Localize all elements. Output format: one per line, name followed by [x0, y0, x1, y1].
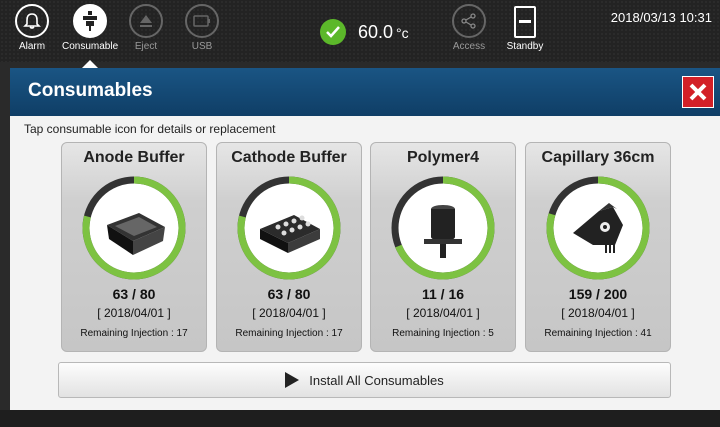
remaining-injections: Remaining Injection : 17	[235, 328, 343, 339]
expiry-date: [ 2018/04/01 ]	[97, 306, 171, 320]
usb-button[interactable]: USB	[174, 4, 230, 52]
remaining-injections: Remaining Injection : 5	[392, 328, 494, 339]
temperature-value: 60.0	[358, 21, 394, 42]
usb-label: USB	[191, 41, 213, 52]
access-button[interactable]: Access	[441, 4, 497, 52]
temperature-status: 60.0 °c	[320, 19, 409, 45]
standby-icon	[514, 6, 536, 38]
panel-header: Consumables	[10, 68, 720, 116]
install-all-label: Install All Consumables	[309, 372, 444, 388]
eject-button[interactable]: Eject	[118, 4, 174, 52]
consumable-card-anode-buffer[interactable]: Anode Buffer 63 / 80 [ 2018/04/01 ] Rema…	[61, 142, 207, 352]
alarm-label: Alarm	[18, 41, 46, 52]
card-title: Anode Buffer	[83, 149, 185, 166]
usage-count: 63 / 80	[112, 286, 156, 302]
usage-ring	[391, 176, 495, 280]
card-title: Cathode Buffer	[231, 149, 347, 166]
consumable-card-polymer4[interactable]: Polymer4 11 / 16 [ 2018/04/01 ] Remainin…	[370, 142, 516, 352]
usage-ring	[546, 176, 650, 280]
expiry-date: [ 2018/04/01 ]	[406, 306, 480, 320]
usb-icon	[185, 4, 219, 38]
share-icon	[452, 4, 486, 38]
usage-ring	[237, 176, 341, 280]
expiry-date: [ 2018/04/01 ]	[561, 306, 635, 320]
install-all-consumables-button[interactable]: Install All Consumables	[58, 362, 671, 398]
remaining-injections: Remaining Injection : 17	[80, 328, 188, 339]
datetime: 2018/03/13 10:31	[610, 10, 712, 25]
standby-label: Standby	[506, 41, 544, 52]
consumables-panel: Consumables Tap consumable icon for deta…	[10, 68, 720, 410]
consumable-icon	[73, 4, 107, 38]
access-label: Access	[452, 41, 486, 52]
eject-icon	[129, 4, 163, 38]
standby-button[interactable]: Standby	[497, 4, 553, 52]
usage-count: 159 / 200	[568, 286, 628, 302]
close-button[interactable]	[682, 76, 714, 108]
play-icon	[285, 372, 300, 388]
card-title: Capillary 36cm	[541, 149, 655, 166]
consumable-card-cathode-buffer[interactable]: Cathode Buffer 63 / 80 [ 2018/04/01 ] Re…	[216, 142, 362, 352]
expiry-date: [ 2018/04/01 ]	[252, 306, 326, 320]
panel-title: Consumables	[28, 80, 153, 101]
usage-count: 63 / 80	[267, 286, 311, 302]
instruction-text: Tap consumable icon for details or repla…	[24, 122, 276, 136]
close-icon	[689, 83, 707, 101]
bottom-bar	[0, 410, 720, 427]
alarm-button[interactable]: Alarm	[4, 4, 60, 52]
consumable-button[interactable]: Consumable	[62, 4, 119, 68]
eject-label: Eject	[134, 41, 158, 52]
card-title: Polymer4	[406, 149, 480, 166]
consumable-card-capillary-36cm[interactable]: Capillary 36cm 159 / 200 [ 2018/04/01 ] …	[525, 142, 671, 352]
usage-ring	[82, 176, 186, 280]
top-toolbar: Alarm Consumable Eject USB 60.0 °c Access	[0, 0, 720, 68]
usage-count: 11 / 16	[421, 286, 465, 302]
consumable-label: Consumable	[62, 41, 119, 52]
checkmark-icon	[320, 19, 346, 45]
bell-icon	[15, 4, 49, 38]
remaining-injections: Remaining Injection : 41	[544, 328, 652, 339]
temperature-unit: °c	[396, 24, 409, 41]
